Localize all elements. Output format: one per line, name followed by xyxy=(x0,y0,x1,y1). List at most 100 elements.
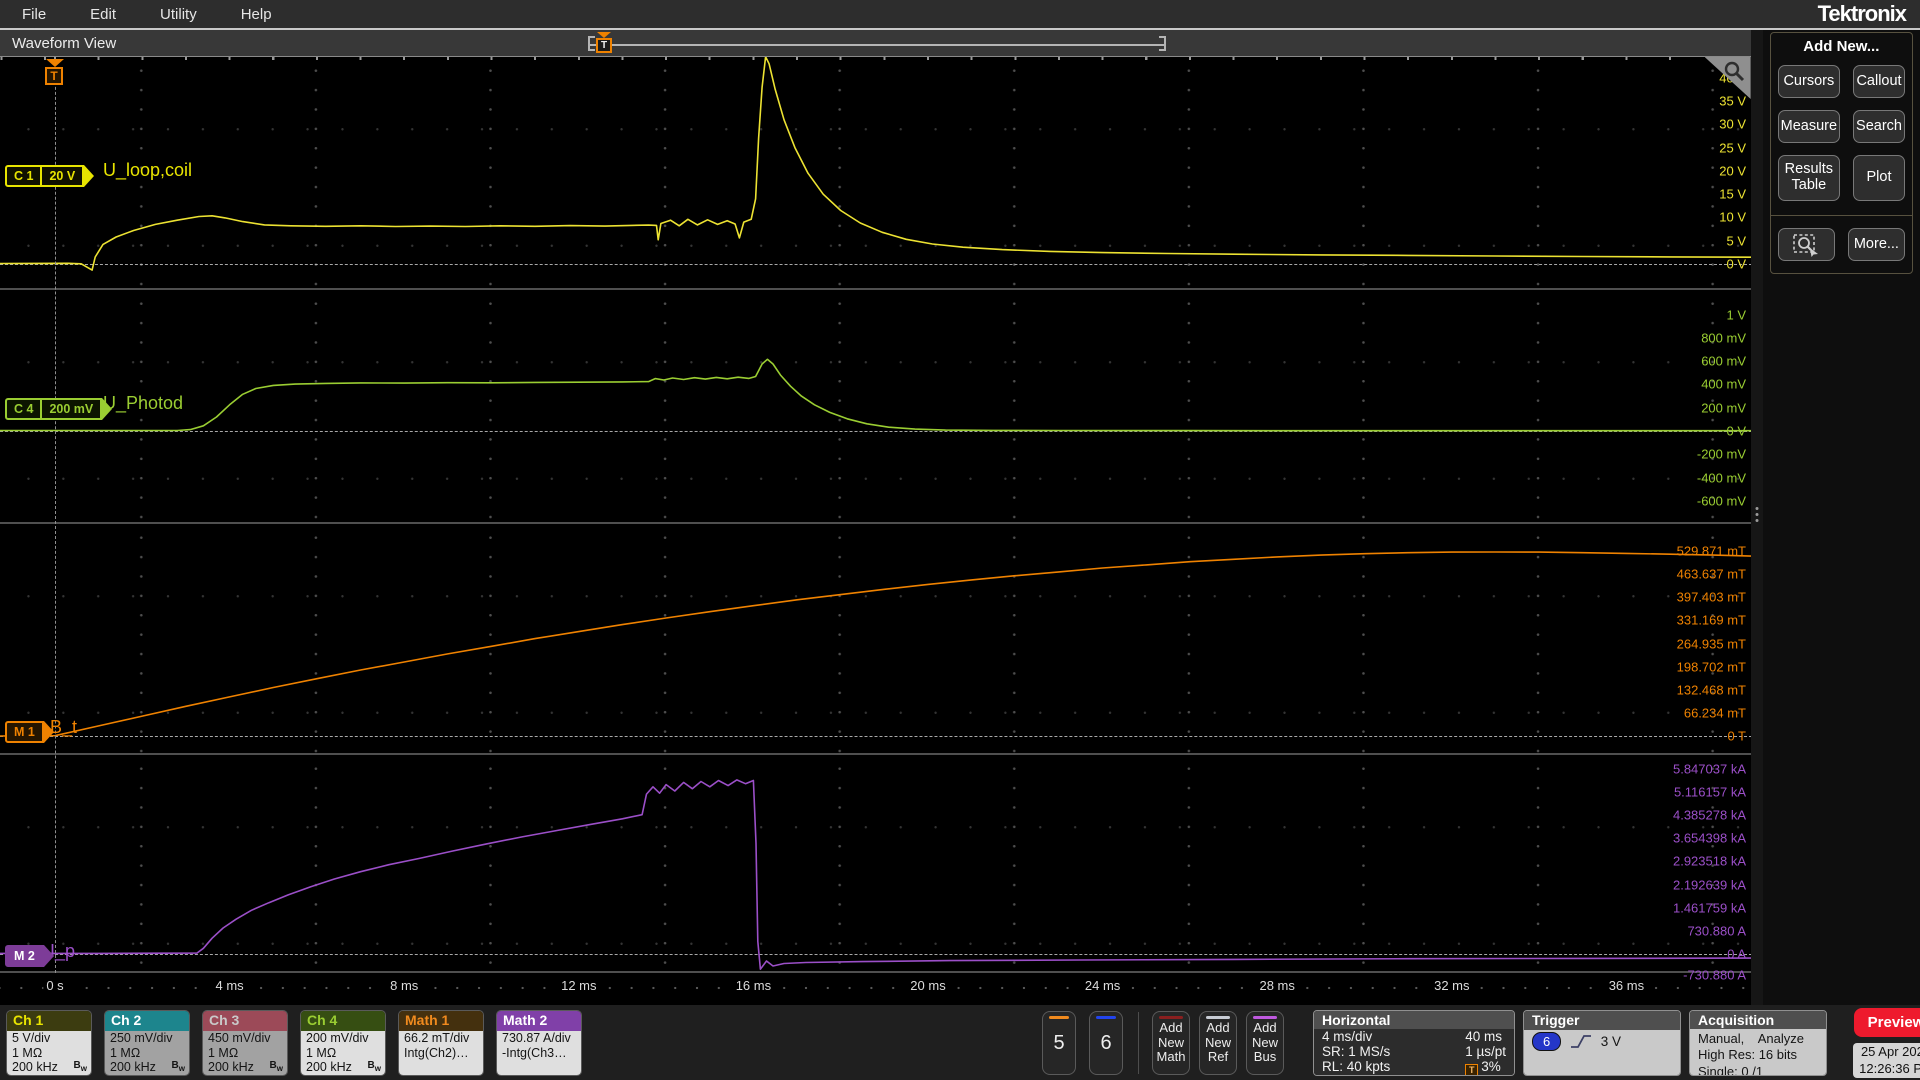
bandwidth-icon: Bw xyxy=(269,1059,283,1073)
trigger-panel[interactable]: Trigger 6 3 V xyxy=(1523,1010,1681,1076)
horizontal-row-2-label: RL: 40 kpts xyxy=(1322,1058,1391,1074)
bottom-bar: Ch 15 V/div 1 MΩ 200 kHz Bw Ch 2 250 mV/div 1 … xyxy=(0,1005,1920,1080)
sidebar-button-callout[interactable]: Callout xyxy=(1853,65,1905,98)
y-label-c1-voltage-6: 10 V xyxy=(1719,209,1746,225)
x-tick-9: 36 ms xyxy=(1605,978,1648,993)
pane-m2-current: 5.847037 kA 5.116157 kA 4.385278 kA 3.65439… xyxy=(0,755,1751,983)
y-label-c1-voltage-4: 20 V xyxy=(1719,163,1746,179)
y-label-m1-bfield-4: 264.935 mT xyxy=(1676,636,1746,652)
add-new-ref-button[interactable]: Add New Ref xyxy=(1199,1011,1237,1075)
plot-region[interactable]: T 0 s 4 ms 8 ms 12 ms 16 ms 20 ms 24 ms 28 ms 32… xyxy=(0,57,1751,1005)
x-axis: 0 s 4 ms 8 ms 12 ms 16 ms 20 ms 24 ms 28 ms 32 m… xyxy=(0,973,1751,999)
trace-c1-voltage xyxy=(0,57,1751,271)
channel-card-body: 5 V/div 1 MΩ 200 kHz Bw xyxy=(7,1030,91,1075)
y-label-m1-bfield-7: 66.234 mT xyxy=(1683,705,1746,721)
badge-segment: C 4 xyxy=(14,402,34,416)
trace-c4-photodiode xyxy=(0,358,1751,432)
channel-card-ch4[interactable]: Ch 4 200 mV/div 1 MΩ 200 kHz Bw xyxy=(300,1010,386,1076)
sidebar-button-plot[interactable]: Plot xyxy=(1853,155,1905,201)
x-tick-2: 8 ms xyxy=(387,978,422,993)
view-button-stripe xyxy=(1096,1016,1116,1019)
view-button-6[interactable]: 6 xyxy=(1089,1011,1123,1075)
record-trigger-flag-icon[interactable]: T xyxy=(596,32,612,53)
badge-tip xyxy=(84,165,95,187)
panel-splitter[interactable] xyxy=(1750,30,1763,1005)
add-new-header: Add New... xyxy=(1803,38,1880,55)
add-new-bus-button[interactable]: Add New Bus xyxy=(1246,1011,1284,1075)
right-sidebar: Add New... Cursors Callout Measure Search Re… xyxy=(1762,30,1920,1005)
sidebar-button-search[interactable]: Search xyxy=(1853,110,1905,143)
view-button-5[interactable]: 5 xyxy=(1042,1011,1076,1075)
sidebar-button-cursors[interactable]: Cursors xyxy=(1777,65,1841,98)
sidebar-button-measure[interactable]: Measure xyxy=(1777,110,1841,143)
preview-button[interactable]: Preview xyxy=(1854,1008,1920,1038)
sidebar-button-results-table[interactable]: Results Table xyxy=(1777,155,1841,201)
y-label-m2-current-1: 5.116157 kA xyxy=(1673,784,1746,800)
tektronix-logo: Tektronix xyxy=(1817,1,1907,26)
trace-label-u-photod[interactable]: U_Photod xyxy=(103,393,183,414)
channel-card-ch1[interactable]: Ch 15 V/div 1 MΩ 200 kHz Bw xyxy=(6,1010,92,1076)
bottom-divider-1 xyxy=(1138,1012,1139,1074)
waveform-view-titlebar: Waveform View T xyxy=(0,30,1751,57)
add-new-panel: Add New... Cursors Callout Measure Search Re… xyxy=(1769,32,1913,274)
y-label-m1-bfield-6: 132.468 mT xyxy=(1676,682,1746,698)
trigger-panel-title: Trigger xyxy=(1524,1011,1680,1030)
trigger-flag-icon[interactable]: T xyxy=(45,59,65,85)
y-label-m1-bfield-8: 0 T xyxy=(1727,728,1746,744)
y-label-c1-voltage-2: 30 V xyxy=(1719,116,1746,132)
channel-card-row: 1 MΩ xyxy=(12,1045,43,1060)
y-label-c4-photodiode-3: 400 mV xyxy=(1701,376,1746,392)
channel-card-body: 66.2 mT/div Intg(Ch2)… xyxy=(399,1031,483,1075)
x-tick-5: 20 ms xyxy=(907,978,949,993)
x-tick-7: 28 ms xyxy=(1256,978,1298,993)
y-label-c1-voltage-5: 15 V xyxy=(1719,186,1746,202)
channel-card-math1[interactable]: Math 1 66.2 mT/div Intg(Ch2)… xyxy=(398,1010,484,1076)
acquisition-resolution: High Res: 16 bits xyxy=(1698,1047,1797,1063)
time-text: 12:26:36 PM xyxy=(1859,1060,1920,1076)
add-button-stripe xyxy=(1253,1016,1277,1019)
x-tick-6: 24 ms xyxy=(1081,978,1124,993)
trigger-mini-icon: T xyxy=(1465,1063,1479,1075)
record-view-bar[interactable]: T xyxy=(588,32,1166,53)
trigger-level: 3 V xyxy=(1600,1034,1622,1049)
badge-segment: M 1 xyxy=(14,725,35,739)
menu-file[interactable]: File xyxy=(8,3,60,26)
acquisition-analyze: Analyze xyxy=(1757,1031,1804,1046)
add-button-stripe xyxy=(1206,1016,1230,1019)
badge-core: C 1 20 V xyxy=(5,165,85,187)
y-label-m2-current-0: 5.847037 kA xyxy=(1672,761,1746,777)
channel-card-row: 200 mV/div xyxy=(306,1030,369,1045)
more-button[interactable]: More... xyxy=(1847,228,1905,261)
badge-core: M 2 xyxy=(5,945,44,967)
trace-m2-current xyxy=(0,779,1751,970)
channel-card-ch3[interactable]: Ch 3 450 mV/div 1 MΩ 200 kHz Bw xyxy=(202,1010,288,1076)
trace-label-u-loop-coil[interactable]: U_loop,coil xyxy=(103,160,192,181)
channel-card-row: 1 MΩ xyxy=(208,1045,239,1060)
add-new-math-button[interactable]: Add New Math xyxy=(1152,1011,1190,1075)
rising-edge-icon xyxy=(1571,1035,1591,1048)
horizontal-panel[interactable]: Horizontal 4 ms/div 40 ms SR: 1 MS/s 1 µs/p… xyxy=(1313,1010,1515,1076)
channel-card-body: 250 mV/div 1 MΩ 200 kHz Bw xyxy=(105,1030,189,1075)
y-label-m1-bfield-2: 397.403 mT xyxy=(1676,589,1746,605)
badge-tip xyxy=(102,398,113,420)
pane-c1-voltage: 40 V35 V30 V25 V20 V15 V10 V5 V0 V xyxy=(0,57,1751,290)
acquisition-panel[interactable]: Acquisition Manual, Analyze High Res: 16… xyxy=(1689,1010,1827,1076)
channel-card-ch2[interactable]: Ch 2 250 mV/div 1 MΩ 200 kHz Bw xyxy=(104,1010,190,1076)
menu-utility[interactable]: Utility xyxy=(146,3,211,26)
horizontal-row-2-value: T 3% xyxy=(1465,1059,1506,1075)
horizontal-row-1-value: 1 µs/pt xyxy=(1465,1043,1506,1059)
menu-help[interactable]: Help xyxy=(227,3,286,26)
trace-label-b-t[interactable]: B_t xyxy=(50,717,77,738)
badge-segment: C 1 xyxy=(14,169,34,183)
horizontal-row-1-label: SR: 1 MS/s xyxy=(1322,1043,1391,1059)
add-button-stripe xyxy=(1159,1016,1183,1019)
zoom-select-button[interactable] xyxy=(1777,228,1835,261)
channel-card-math2[interactable]: Math 2 730.87 A/div -Intg(Ch3… xyxy=(496,1010,582,1076)
splitter-handle-icon[interactable] xyxy=(1755,504,1759,525)
channel-badge-m1[interactable]: M 1 xyxy=(5,721,54,743)
channel-badge-c1[interactable]: C 1 20 V xyxy=(5,165,95,187)
menu-edit[interactable]: Edit xyxy=(76,3,130,26)
channel-badge-m2[interactable]: M 2 xyxy=(5,945,54,967)
channel-badge-c4[interactable]: C 4 200 mV xyxy=(5,398,113,420)
acquisition-mode: Manual, xyxy=(1698,1031,1745,1046)
